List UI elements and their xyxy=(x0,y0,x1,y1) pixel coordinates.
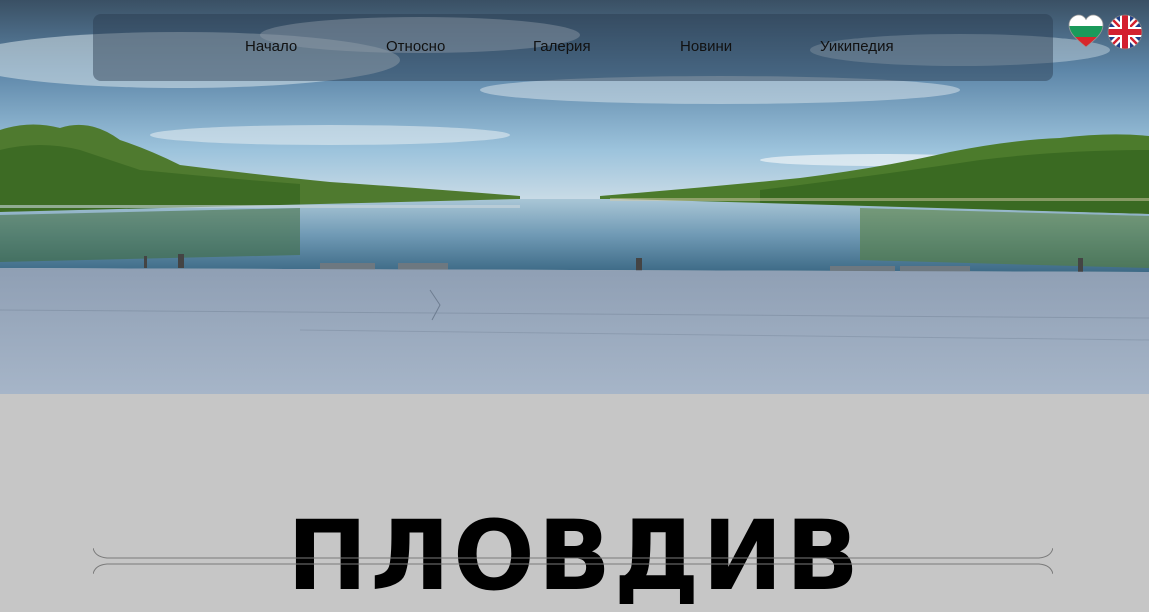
nav-item-news[interactable]: Новини xyxy=(680,38,732,55)
title-section: ПЛОВДИВ xyxy=(0,394,1149,604)
main-navigation: Начало Относно Галерия Новини Уикипедия xyxy=(93,14,1053,81)
nav-item-wikipedia[interactable]: Уикипедия xyxy=(820,38,894,55)
title-divider-bottom xyxy=(93,563,1053,574)
bulgarian-flag-heart-icon[interactable] xyxy=(1068,14,1104,50)
nav-item-gallery[interactable]: Галерия xyxy=(533,38,591,55)
nav-item-home[interactable]: Начало xyxy=(245,38,297,55)
title-divider-top xyxy=(93,548,1053,559)
uk-flag-icon[interactable] xyxy=(1107,14,1143,50)
nav-item-about[interactable]: Относно xyxy=(386,38,445,55)
